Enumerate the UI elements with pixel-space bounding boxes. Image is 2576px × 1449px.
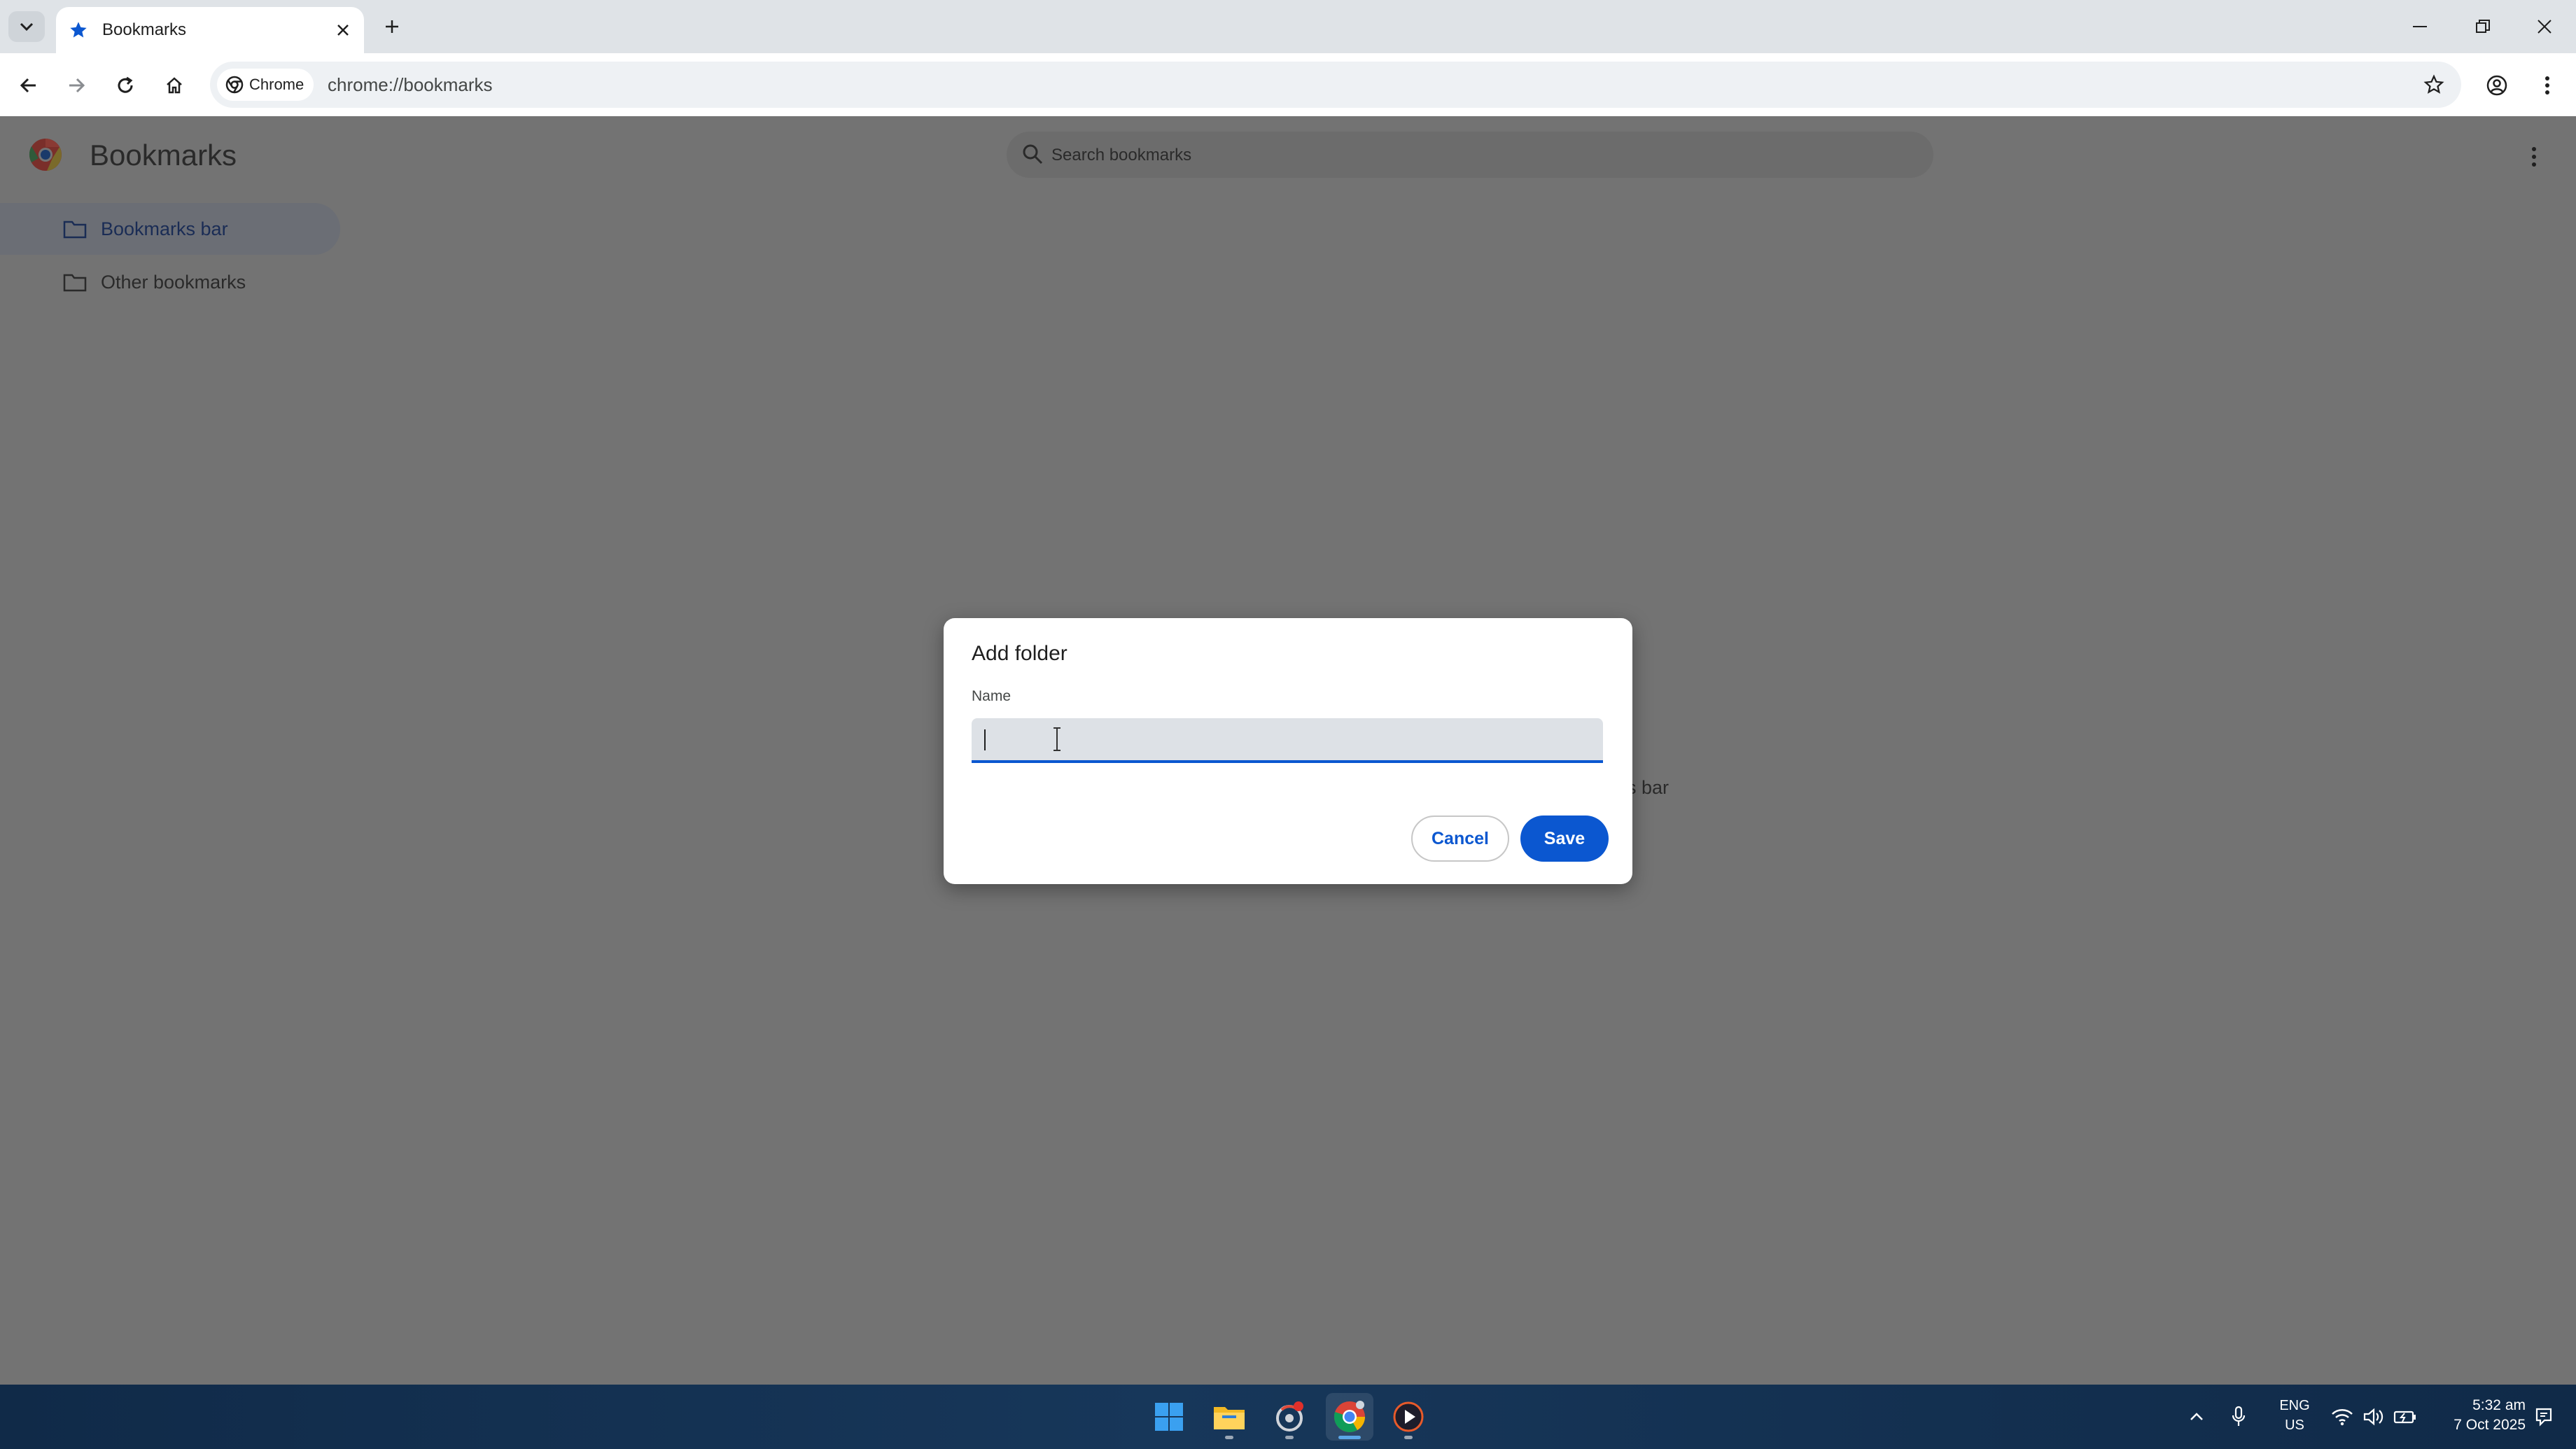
language-line2: US: [2285, 1418, 2304, 1433]
language-line1: ENG: [2279, 1398, 2310, 1413]
chrome-logo-icon: [225, 76, 244, 94]
tab-bookmarks[interactable]: Bookmarks: [56, 7, 364, 53]
show-hidden-icons-button[interactable]: [2183, 1403, 2211, 1431]
notification-icon: [2535, 1408, 2552, 1427]
sidebar-item-label: Other bookmarks: [101, 271, 246, 293]
add-folder-dialog: Add folder Name Cancel Save: [944, 618, 1632, 884]
tab-title: Bookmarks: [102, 20, 187, 39]
restore-button[interactable]: [2458, 6, 2507, 48]
sidebar-item-bookmarks-bar[interactable]: Bookmarks bar: [0, 203, 340, 255]
taskbar-chrome[interactable]: [1326, 1393, 1373, 1441]
empty-list-hint: s bar: [1627, 777, 1670, 798]
forward-button[interactable]: [59, 68, 94, 103]
microphone-icon: [2232, 1406, 2246, 1426]
close-window-button[interactable]: [2520, 6, 2569, 48]
home-icon: [167, 77, 182, 94]
arrow-right-icon: [69, 78, 85, 93]
site-info-chip[interactable]: Chrome: [217, 69, 314, 101]
folder-icon: [63, 219, 87, 239]
taskbar-settings-app[interactable]: [1266, 1393, 1313, 1441]
text-cursor-icon: [1054, 727, 1060, 751]
chrome-logo-icon: [29, 139, 62, 171]
running-indicator: [1285, 1436, 1294, 1439]
minimize-icon: [2413, 26, 2427, 27]
media-player-icon: [1393, 1401, 1424, 1432]
volume-icon: [2363, 1408, 2384, 1426]
page-title: Bookmarks: [90, 139, 237, 172]
arrow-left-icon: [20, 78, 36, 93]
restore-icon: [2476, 20, 2490, 33]
taskbar-file-explorer[interactable]: [1205, 1393, 1253, 1441]
search-icon: [1023, 144, 1043, 164]
cancel-button[interactable]: Cancel: [1411, 816, 1509, 862]
running-indicator: [1225, 1436, 1233, 1439]
star-outline-icon: [2423, 74, 2444, 94]
network-button[interactable]: [2328, 1403, 2356, 1431]
search-placeholder: Search bookmarks: [1051, 146, 1192, 164]
search-bookmarks-input[interactable]: Search bookmarks: [1007, 132, 1933, 178]
system-clock[interactable]: 5:32 am 7 Oct 2025: [2428, 1396, 2526, 1435]
chip-label: Chrome: [249, 76, 304, 93]
settings-app-icon: [1276, 1401, 1303, 1432]
wifi-icon: [2332, 1409, 2353, 1426]
file-explorer-icon: [1214, 1407, 1245, 1429]
running-indicator: [1404, 1436, 1413, 1439]
battery-button[interactable]: [2391, 1403, 2419, 1431]
profile-button[interactable]: [2479, 68, 2514, 103]
volume-button[interactable]: [2359, 1403, 2387, 1431]
new-tab-button[interactable]: [375, 11, 409, 42]
microphone-button[interactable]: [2225, 1403, 2253, 1431]
reload-icon: [118, 76, 133, 93]
screen: Bookmarks Chrome chrome://bookmarks Book…: [0, 0, 2576, 1449]
sidebar-item-label: Bookmarks bar: [101, 218, 228, 239]
input-language-indicator[interactable]: ENG US: [2274, 1396, 2316, 1435]
chevron-up-icon: [2190, 1413, 2203, 1420]
taskbar-media-player[interactable]: [1385, 1393, 1432, 1441]
sidebar-item-other-bookmarks[interactable]: Other bookmarks: [0, 256, 340, 308]
dialog-title: Add folder: [972, 642, 1068, 665]
battery-charging-icon: [2393, 1410, 2416, 1424]
organize-menu-button[interactable]: [2520, 140, 2548, 174]
tab-search-button[interactable]: [8, 11, 45, 42]
bookmark-star-button[interactable]: [2416, 67, 2451, 102]
save-button[interactable]: Save: [1520, 816, 1609, 862]
chrome-menu-button[interactable]: [2530, 68, 2565, 103]
clock-time: 5:32 am: [2472, 1397, 2526, 1413]
folder-name-input[interactable]: [972, 718, 1603, 763]
name-field-label: Name: [972, 688, 1011, 704]
minimize-button[interactable]: [2395, 6, 2444, 48]
back-button[interactable]: [11, 68, 46, 103]
plus-icon: [386, 20, 398, 33]
start-button[interactable]: [1145, 1393, 1193, 1441]
profile-icon: [2486, 75, 2507, 96]
chevron-down-icon: [20, 22, 34, 31]
text-caret: [984, 729, 986, 750]
tab-strip: Bookmarks: [0, 0, 2576, 53]
browser-toolbar: Chrome chrome://bookmarks: [0, 53, 2576, 116]
folder-icon: [63, 272, 87, 292]
more-vert-icon: [2532, 147, 2536, 167]
close-tab-icon[interactable]: [329, 16, 357, 44]
close-icon: [2538, 20, 2552, 34]
clock-date: 7 Oct 2025: [2454, 1417, 2526, 1433]
running-indicator: [1338, 1436, 1361, 1439]
address-bar[interactable]: Chrome chrome://bookmarks: [210, 62, 2461, 108]
chrome-icon: [1334, 1401, 1365, 1432]
more-vert-icon: [2545, 76, 2549, 94]
taskbar: ENG US 5:32 am 7 Oct 2025: [0, 1385, 2576, 1449]
star-favicon-icon: [66, 18, 91, 43]
notifications-button[interactable]: [2530, 1403, 2558, 1431]
home-button[interactable]: [157, 68, 192, 103]
start-icon: [1155, 1403, 1183, 1431]
url-text[interactable]: chrome://bookmarks: [328, 74, 493, 96]
reload-button[interactable]: [108, 68, 143, 103]
